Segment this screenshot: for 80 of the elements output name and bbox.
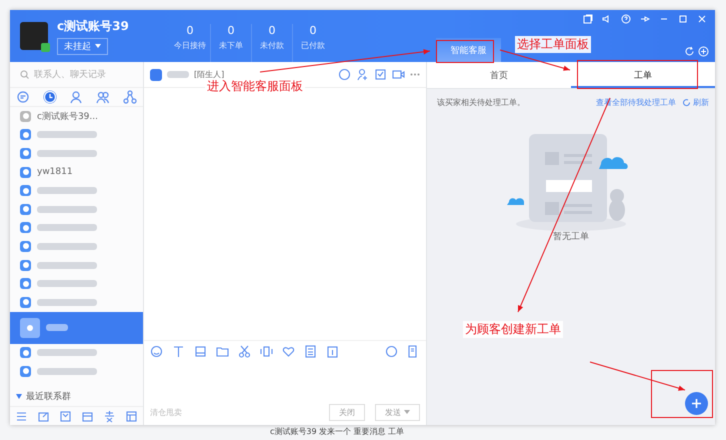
blurred-name: [37, 298, 97, 306]
add-icon[interactable]: [698, 46, 709, 57]
window-icon[interactable]: [583, 14, 593, 24]
heart-icon[interactable]: [282, 344, 295, 358]
stat-label: 已付款: [300, 40, 326, 51]
caret-icon: [404, 410, 410, 414]
scissors-icon[interactable]: [238, 344, 251, 358]
smiley-icon[interactable]: [150, 344, 163, 358]
group-header[interactable]: 最近联系群: [10, 387, 143, 406]
blurred-name: [37, 206, 97, 213]
help-icon[interactable]: [621, 14, 631, 24]
status-dropdown[interactable]: 未挂起: [57, 38, 108, 54]
panel-tab[interactable]: 首页: [427, 62, 571, 88]
contact-item[interactable]: [10, 312, 143, 344]
hint-text: 该买家相关待处理工单。: [437, 97, 525, 108]
highlight-box: [436, 40, 494, 63]
add-button[interactable]: [685, 392, 708, 415]
contact-item[interactable]: yw1811: [10, 162, 143, 182]
blurred-name: [37, 150, 97, 157]
close-button[interactable]: 关闭: [329, 404, 365, 420]
contact-avatar-icon: [150, 68, 162, 80]
blurred-name: [37, 131, 97, 138]
account-name: c测试账号39: [57, 18, 129, 34]
plus-icon: [691, 398, 702, 409]
video-icon[interactable]: [392, 68, 405, 81]
search-icon: [20, 70, 29, 79]
blurred-name: [37, 187, 97, 194]
contact-name: yw1811: [37, 167, 73, 178]
person-icon[interactable]: [69, 90, 84, 104]
annotation-text: 选择工单面板: [515, 36, 591, 53]
people-icon[interactable]: [96, 90, 110, 104]
search-field[interactable]: 联系人、聊天记录: [10, 62, 143, 88]
empty-state-text: 暂无工单: [553, 230, 589, 243]
maximize-icon[interactable]: [678, 14, 688, 24]
folder-icon[interactable]: [216, 344, 229, 358]
header-tab[interactable]: 智能客服: [436, 38, 501, 62]
checklist-icon[interactable]: [374, 68, 387, 81]
refresh-link[interactable]: 刷新: [682, 97, 709, 108]
menu-icon[interactable]: [14, 410, 28, 422]
stat-value: 0: [308, 24, 318, 37]
stat-value: 0: [186, 24, 194, 37]
blurred-name: [37, 262, 97, 269]
caret-icon: [16, 394, 22, 399]
org-chart-icon[interactable]: [122, 90, 137, 104]
text-icon[interactable]: [172, 344, 185, 358]
annotation-text: 进入智能客服面板: [205, 78, 305, 95]
blurred-name: [167, 71, 189, 78]
stat-label: 今日接待: [173, 40, 207, 51]
highlight-box: [651, 370, 713, 418]
calculator-icon[interactable]: [304, 344, 317, 358]
annotation-text: 为顾客创建新工单: [463, 321, 563, 338]
blurred-name: [46, 324, 68, 332]
layout-icon[interactable]: [125, 410, 138, 422]
blurred-name: [37, 242, 97, 250]
blurred-name: [37, 280, 97, 288]
send-button[interactable]: 发送: [375, 404, 420, 420]
blurred-name: [37, 349, 97, 356]
refresh-icon: [682, 98, 691, 107]
blurred-name: [37, 224, 97, 232]
stat-value: 0: [268, 24, 276, 37]
image-icon[interactable]: [194, 344, 207, 358]
share-icon[interactable]: [36, 410, 50, 422]
panel-tab[interactable]: 工单: [571, 62, 715, 88]
blurred-name: [37, 368, 97, 375]
contact-tag: [陌生人]: [194, 69, 224, 80]
close-icon[interactable]: [697, 14, 707, 24]
contact-name: c测试账号39...: [37, 110, 98, 123]
annotation-arrow: [500, 50, 570, 71]
vibrate-icon[interactable]: [260, 344, 273, 358]
status-message: c测试账号39 发来一个 重要消息 工单: [270, 426, 404, 437]
refresh-icon[interactable]: [684, 46, 695, 57]
message-input[interactable]: 清仓甩卖: [150, 408, 240, 416]
stat-label: 未付款: [259, 40, 285, 51]
caret-icon: [95, 44, 101, 48]
contact-item[interactable]: c测试账号39...: [10, 107, 143, 126]
person-add-icon[interactable]: [356, 68, 369, 81]
more-icon[interactable]: [410, 73, 420, 76]
clock-icon[interactable]: [42, 90, 57, 104]
stat-label: 未下单: [218, 40, 244, 51]
stat-value: 0: [226, 24, 236, 37]
